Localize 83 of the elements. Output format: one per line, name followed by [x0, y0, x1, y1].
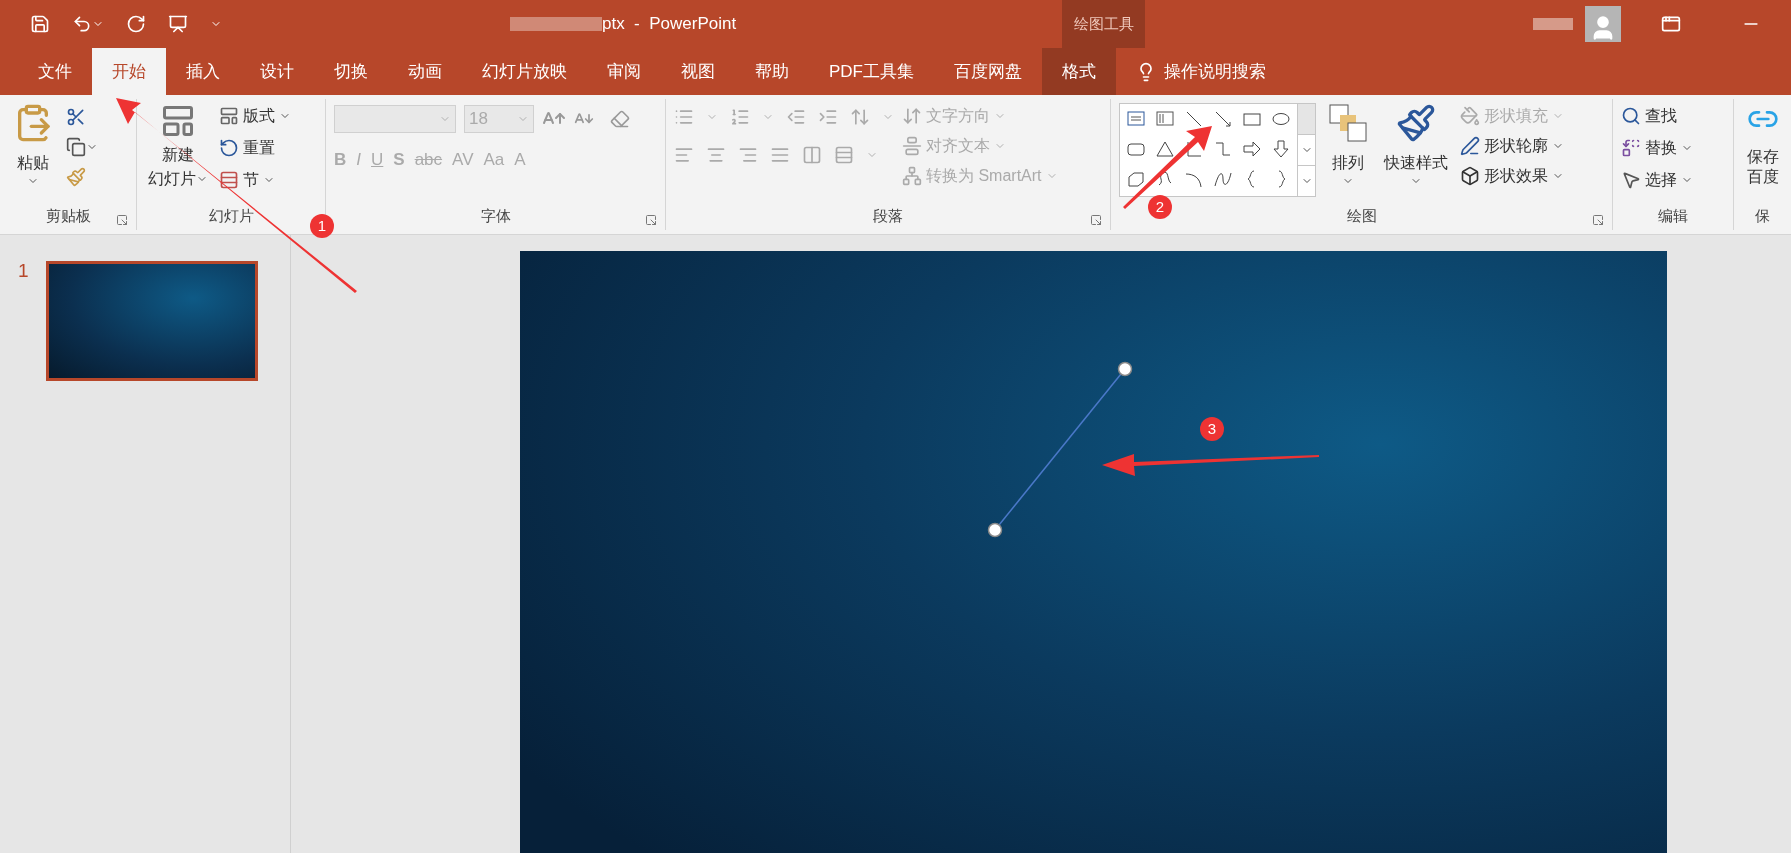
ribbon-tab[interactable]: 帮助 [735, 48, 809, 95]
shape-gallery[interactable] [1119, 103, 1316, 197]
ribbon-tab[interactable]: 插入 [166, 48, 240, 95]
ribbon-tab[interactable]: 切换 [314, 48, 388, 95]
group-label: 编辑 [1658, 205, 1688, 226]
slideshow-icon[interactable] [168, 14, 188, 34]
slide-number: 1 [18, 261, 29, 280]
dialog-launcher-icon[interactable] [1090, 214, 1102, 226]
layout-icon [219, 106, 239, 126]
ribbon-display-icon[interactable] [1661, 14, 1681, 34]
effects-icon [1460, 166, 1480, 186]
format-painter-icon[interactable] [66, 167, 86, 187]
editing-command[interactable]: 查找 [1621, 103, 1693, 129]
bullets-icon[interactable] [674, 107, 694, 127]
shape-format-command[interactable]: 形状轮廓 [1460, 133, 1564, 159]
copy-icon[interactable] [66, 137, 86, 157]
pointer-icon [1621, 170, 1641, 190]
increase-indent-icon[interactable] [818, 107, 838, 127]
align-right-icon[interactable] [738, 145, 758, 165]
selected-line-shape[interactable] [987, 361, 1133, 538]
numbering-icon[interactable] [730, 107, 750, 127]
ribbon-tab[interactable]: 设计 [240, 48, 314, 95]
replace-icon [1621, 138, 1641, 158]
ribbon-tab[interactable]: 幻灯片放映 [462, 48, 587, 95]
group-label: 剪贴板 [45, 205, 91, 226]
clear-formatting-icon[interactable] [610, 109, 630, 129]
columns-icon[interactable] [834, 145, 854, 165]
ribbon-tab[interactable]: 百度网盘 [934, 48, 1042, 95]
save-icon[interactable] [30, 14, 50, 34]
dialog-launcher-icon[interactable] [645, 214, 657, 226]
justify-icon[interactable] [770, 145, 790, 165]
contextual-label: 绘图工具 [1073, 13, 1134, 34]
quick-styles-button[interactable]: 快速样式 [1380, 103, 1452, 187]
ribbon-tab[interactable]: 审阅 [587, 48, 661, 95]
redo-icon[interactable] [126, 14, 146, 34]
undo-icon[interactable] [72, 14, 92, 34]
shape-option-icon[interactable] [1125, 169, 1147, 189]
align-text-icon [902, 136, 922, 156]
align-center-icon[interactable] [706, 145, 726, 165]
avatar[interactable] [1585, 6, 1621, 42]
new-slide-button[interactable]: 新建 幻灯片 [145, 103, 211, 191]
ribbon-tab[interactable]: 格式 [1042, 48, 1116, 95]
slides-command[interactable]: 重置 [219, 135, 291, 161]
reset-icon [219, 138, 239, 158]
smartart-icon [902, 166, 922, 186]
distributed-icon[interactable] [802, 145, 822, 165]
blurred-username [1533, 18, 1573, 30]
save-to-cloud-button[interactable]: 保存 百度 [1734, 99, 1791, 202]
shape-option-icon[interactable] [1270, 139, 1292, 159]
paste-button[interactable]: 粘贴 [8, 103, 58, 187]
shape-option-icon[interactable] [1154, 139, 1176, 159]
cut-icon[interactable] [66, 107, 86, 127]
ribbon-tab[interactable]: 动画 [388, 48, 462, 95]
search-icon [1621, 106, 1641, 126]
slide-thumbnail[interactable] [45, 261, 258, 381]
slides-command[interactable]: 版式 [219, 103, 291, 129]
arrange-icon [1328, 103, 1368, 143]
editing-command[interactable]: 替换 [1621, 135, 1693, 161]
group-label: 保 [1755, 205, 1770, 226]
dialog-launcher-icon[interactable] [1592, 214, 1604, 226]
decrease-indent-icon[interactable] [786, 107, 806, 127]
ribbon-tab[interactable]: PDF工具集 [809, 48, 934, 95]
group-label: 绘图 [1346, 205, 1377, 226]
group-label: 段落 [873, 205, 903, 226]
ribbon-tab[interactable]: 开始 [92, 48, 166, 95]
text-direction-icon [902, 106, 922, 126]
outline-pen-icon [1460, 136, 1480, 156]
font-name-field[interactable] [334, 105, 456, 133]
group-label: 幻灯片 [208, 205, 254, 226]
shape-option-icon[interactable] [1241, 139, 1263, 159]
ribbon-tab[interactable]: 视图 [661, 48, 735, 95]
line-spacing-icon[interactable] [850, 107, 870, 127]
arrange-button[interactable]: 排列 [1324, 103, 1372, 187]
quick-styles-icon [1396, 103, 1436, 143]
fill-bucket-icon [1460, 106, 1480, 126]
dialog-launcher-icon[interactable] [116, 214, 128, 226]
ribbon-tab[interactable]: 文件 [18, 48, 92, 95]
window-title: ptx - PowerPoint [602, 13, 737, 36]
align-left-icon[interactable] [674, 145, 694, 165]
editing-command[interactable]: 选择 [1621, 167, 1693, 193]
tell-me-field[interactable]: 操作说明搜索 [1116, 48, 1266, 95]
shape-format-command[interactable]: 形状效果 [1460, 163, 1564, 189]
group-label: 字体 [480, 205, 511, 226]
